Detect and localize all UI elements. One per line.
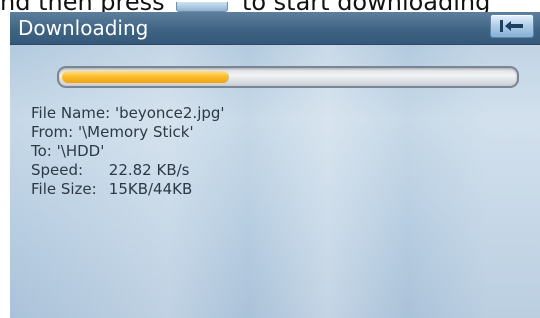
inline-key-icon — [176, 2, 229, 12]
to-value: '\HDD' — [56, 142, 105, 160]
back-arrow-icon — [500, 20, 523, 32]
file-name-label: File Name: — [31, 104, 111, 122]
speed-row: Speed: 22.82 KB/s — [31, 161, 225, 180]
title-bar: Downloading — [10, 12, 540, 45]
window-title: Downloading — [18, 16, 149, 40]
from-value: '\Memory Stick' — [78, 123, 194, 141]
to-row: To: '\HDD' — [31, 142, 225, 161]
from-row: From: '\Memory Stick' — [31, 123, 225, 142]
from-label: From: — [31, 123, 74, 141]
file-name-value: 'beyonce2.jpg' — [114, 104, 225, 122]
back-button[interactable] — [490, 14, 534, 38]
to-label: To: — [31, 142, 52, 160]
progress-fill — [62, 71, 229, 83]
file-size-value: 15KB/44KB — [108, 180, 193, 198]
file-name-row: File Name: 'beyonce2.jpg' — [31, 104, 225, 123]
progress-bar — [57, 66, 519, 88]
file-info: File Name: 'beyonce2.jpg' From: '\Memory… — [31, 104, 225, 199]
speed-label: Speed: — [31, 161, 84, 179]
speed-value: 22.82 KB/s — [108, 161, 190, 179]
screen: nd then press to start downloading Downl… — [0, 0, 540, 318]
file-size-label: File Size: — [31, 180, 97, 198]
file-size-row: File Size: 15KB/44KB — [31, 180, 225, 199]
download-window: Downloading File Name: 'beyonce2.jpg' Fr… — [10, 12, 540, 318]
